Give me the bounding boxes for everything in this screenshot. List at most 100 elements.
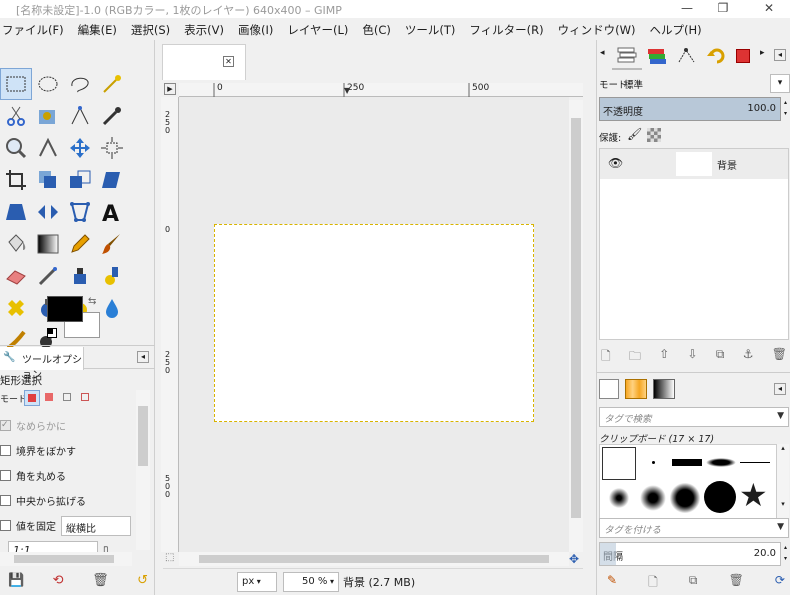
tab-undo-history[interactable] — [702, 42, 732, 70]
raise-layer-icon[interactable]: ⇧ — [659, 347, 669, 368]
foreground-swatch[interactable] — [47, 296, 83, 322]
tool-mypaint-brush[interactable] — [96, 260, 128, 292]
tool-cage[interactable] — [64, 196, 96, 228]
brush-fuzzy-large[interactable] — [670, 483, 700, 513]
vertical-scrollbar[interactable] — [569, 100, 583, 552]
quick-mask-icon[interactable]: ⬚ — [165, 552, 174, 563]
menu-colors[interactable]: 色(C) — [362, 18, 391, 40]
tool-perspective[interactable] — [0, 196, 32, 228]
tabs-scroll-left-icon[interactable]: ◂ — [600, 48, 605, 58]
menu-view[interactable]: 表示(V) — [184, 18, 224, 40]
tool-move[interactable] — [64, 132, 96, 164]
new-layer-group-icon[interactable]: 🗀 — [629, 347, 641, 368]
spacing-stepper[interactable]: ▴ ▾ — [781, 542, 790, 566]
tool-airbrush[interactable] — [32, 260, 64, 292]
canvas-view[interactable] — [179, 97, 569, 552]
mode-add-button[interactable] — [42, 390, 58, 406]
feather-row[interactable]: 境界をぼかす — [0, 438, 135, 463]
tool-scissors[interactable] — [0, 100, 32, 132]
brush-hard-circle[interactable] — [704, 481, 736, 513]
menu-layer[interactable]: レイヤー(L) — [287, 18, 348, 40]
image-menu-icon[interactable]: ▶ — [164, 83, 176, 95]
mode-subtract-button[interactable] — [60, 390, 76, 406]
menu-tools[interactable]: ツール(T) — [405, 18, 456, 40]
layer-mode-dropdown[interactable]: ▾ — [770, 74, 790, 93]
fixed-checkbox[interactable] — [0, 520, 11, 531]
expand-center-checkbox[interactable] — [0, 495, 11, 506]
tool-heal[interactable] — [0, 292, 32, 324]
tool-shear[interactable] — [96, 164, 128, 196]
opacity-stepper[interactable]: ▴ ▾ — [781, 97, 790, 121]
image-canvas[interactable] — [214, 224, 534, 422]
spacing-slider[interactable]: 間隔 20.0 — [599, 542, 781, 566]
tab-paths[interactable] — [672, 42, 702, 70]
chevron-down-icon[interactable]: ▼ — [777, 522, 784, 532]
brush-dock-menu-icon[interactable]: ◂ — [774, 383, 786, 395]
tag-search-input[interactable]: タグで検索 ▼ — [599, 407, 789, 427]
duplicate-brush-icon[interactable]: ⧉ — [689, 573, 698, 594]
tool-color-picker[interactable] — [96, 100, 128, 132]
menu-image[interactable]: 画像(I) — [238, 18, 273, 40]
menu-edit[interactable]: 編集(E) — [78, 18, 117, 40]
expand-center-row[interactable]: 中央から拡げる — [0, 488, 135, 513]
brush-grid-scrollbar[interactable]: ▴ ▾ — [777, 444, 789, 522]
tool-scale[interactable] — [64, 164, 96, 196]
anchor-layer-icon[interactable]: ⚓ — [743, 347, 754, 368]
dock-menu-icon[interactable]: ◂ — [774, 49, 786, 61]
tabs-scroll-right-icon[interactable]: ▸ — [760, 48, 765, 58]
visibility-eye-icon[interactable]: 👁 — [608, 156, 623, 170]
close-image-tab-icon[interactable]: ✕ — [223, 56, 234, 67]
mode-intersect-button[interactable] — [78, 390, 94, 406]
tab-brushes[interactable] — [599, 379, 619, 399]
edit-brush-icon[interactable]: ✎ — [607, 573, 617, 594]
opacity-slider[interactable]: 不透明度 100.0 — [599, 97, 781, 121]
close-button[interactable]: ✕ — [752, 0, 786, 18]
tool-zoom[interactable] — [0, 132, 32, 164]
mode-replace-button[interactable] — [24, 390, 40, 406]
delete-brush-icon[interactable]: 🗑 — [729, 573, 744, 594]
lock-pixels-icon[interactable]: 🖌 — [627, 127, 642, 141]
antialias-row[interactable]: ✓ なめらかに — [0, 413, 135, 438]
brush-fuzzy-small[interactable] — [608, 487, 630, 509]
tool-foreground-select[interactable] — [32, 100, 64, 132]
brush-pixel-small[interactable] — [652, 461, 655, 464]
brush-fuzzy-ellipse[interactable] — [706, 458, 736, 467]
delete-options-icon[interactable]: 🗑 — [92, 573, 109, 588]
refresh-brushes-icon[interactable]: ⟳ — [775, 573, 785, 594]
lock-alpha-icon[interactable] — [647, 128, 661, 142]
reset-options-icon[interactable]: ↺ — [137, 573, 148, 588]
image-tab[interactable]: ✕ — [162, 44, 246, 80]
tool-lasso[interactable] — [64, 68, 96, 100]
tab-gradients[interactable] — [653, 379, 675, 399]
new-layer-icon[interactable]: 🗋 — [601, 347, 611, 368]
horizontal-ruler[interactable]: 0 250 500 ▼ — [179, 83, 583, 97]
maximize-button[interactable]: ❐ — [706, 0, 740, 18]
antialias-checkbox[interactable]: ✓ — [0, 420, 11, 431]
tab-channels[interactable] — [642, 42, 672, 70]
swap-colors-icon[interactable]: ⇆ — [88, 296, 96, 307]
tool-paths[interactable] — [64, 100, 96, 132]
tool-options-hscroll[interactable] — [0, 552, 132, 566]
menu-windows[interactable]: ウィンドウ(W) — [558, 18, 636, 40]
panel-menu-icon[interactable]: ◂ — [137, 351, 149, 363]
menu-help[interactable]: ヘルプ(H) — [649, 18, 701, 40]
tool-bucket-fill[interactable] — [0, 228, 32, 260]
unit-dropdown[interactable]: px ▾ — [237, 572, 277, 592]
brush-line[interactable] — [740, 462, 770, 463]
fixed-row[interactable]: 値を固定 縦横比 — [0, 513, 135, 538]
tool-ellipse-select[interactable] — [32, 68, 64, 100]
tool-crop[interactable] — [0, 164, 32, 196]
tool-blur[interactable] — [96, 292, 128, 324]
menu-filters[interactable]: フィルター(R) — [469, 18, 543, 40]
tool-rect-select[interactable] — [0, 68, 32, 100]
tool-ink[interactable] — [64, 260, 96, 292]
layer-row[interactable]: 👁 背景 — [600, 149, 788, 179]
menu-select[interactable]: 選択(S) — [131, 18, 170, 40]
new-brush-icon[interactable]: 🗋 — [648, 573, 658, 594]
zoom-dropdown[interactable]: 50 % ▾ — [283, 572, 339, 592]
tool-eraser[interactable] — [0, 260, 32, 292]
tool-pencil[interactable] — [64, 228, 96, 260]
tool-fuzzy-select[interactable] — [96, 68, 128, 100]
fixed-dropdown[interactable]: 縦横比 — [61, 515, 131, 536]
brush-block[interactable] — [672, 459, 702, 466]
